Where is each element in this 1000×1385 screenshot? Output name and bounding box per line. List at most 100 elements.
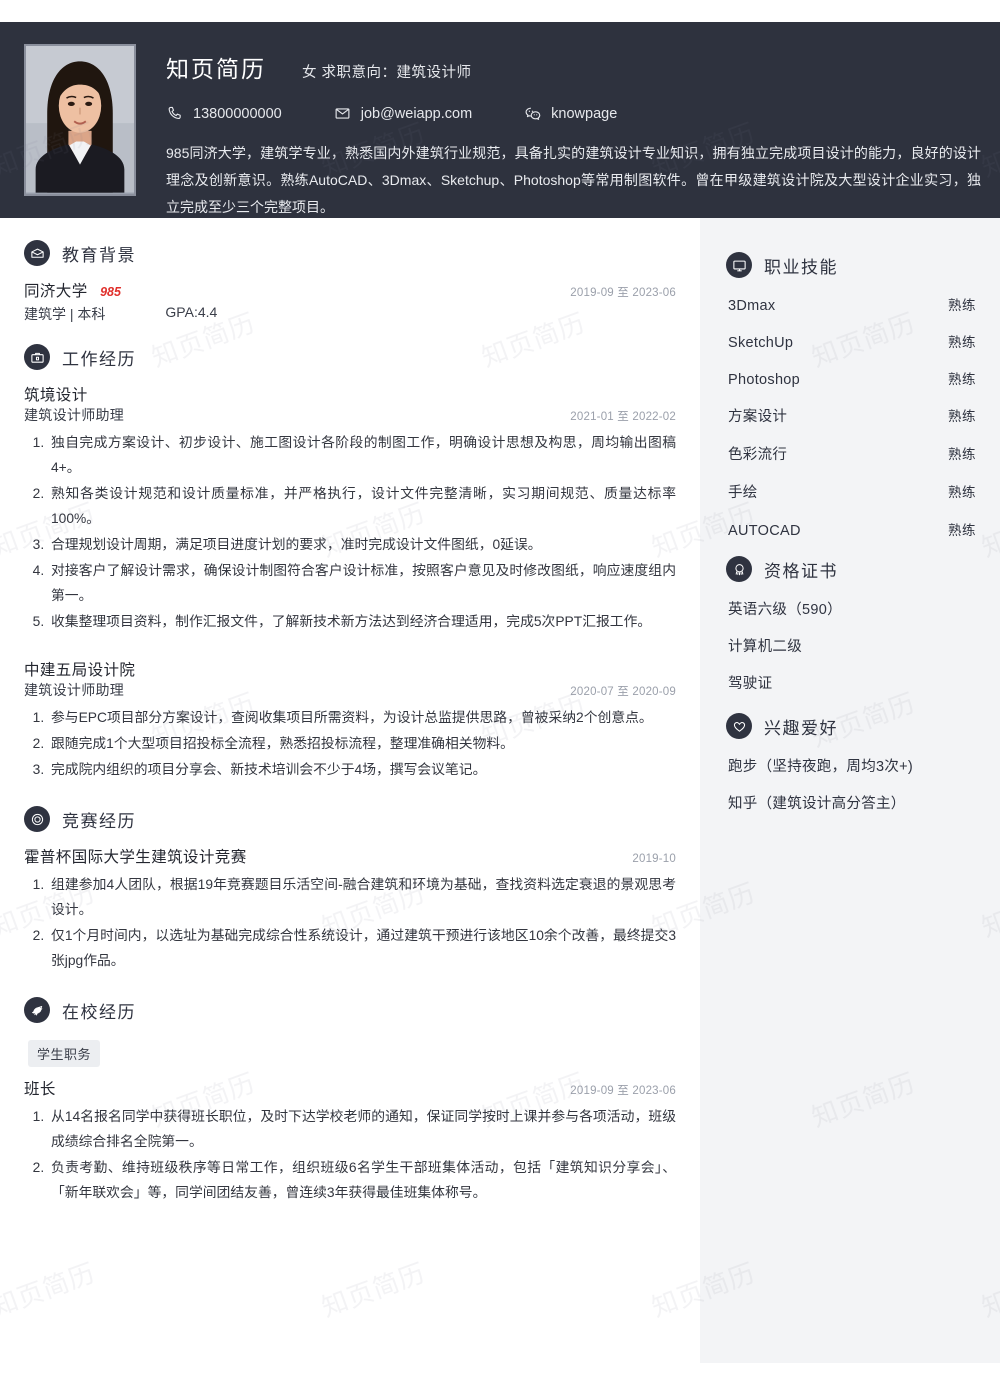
section-hobbies: 兴趣爱好 跑步（坚持夜跑，周均3次+) 知乎（建筑设计高分答主）	[726, 713, 978, 813]
competition-entry: 霍普杯国际大学生建筑设计竞赛 2019-10 组建参加4人团队，根据19年竞赛题…	[24, 845, 676, 973]
contact-email[interactable]: job@weiapp.com	[334, 105, 472, 122]
heart-icon	[726, 713, 752, 739]
work-bullets: 独自完成方案设计、初步设计、施工图设计各阶段的制图工作，明确设计思想及构思，周均…	[24, 430, 676, 634]
hobby-item: 知乎（建筑设计高分答主）	[728, 796, 906, 812]
phone-icon	[166, 105, 183, 122]
certificate-item: 计算机二级	[728, 639, 802, 655]
skill-row: 方案设计 熟练	[728, 405, 978, 426]
target-icon	[24, 806, 50, 832]
bullet-item: 跟随完成1个大型项目招投标全流程，熟悉招投标流程，整理准确相关物料。	[48, 731, 676, 756]
section-competition: 竞赛经历 霍普杯国际大学生建筑设计竞赛 2019-10 组建参加4人团队，根据1…	[24, 806, 676, 973]
skill-name: 3Dmax	[728, 298, 776, 314]
education-gpa: GPA:4.4	[165, 304, 218, 320]
bullet-item: 收集整理项目资料，制作汇报文件，了解新技术新方法达到经济合理适用，完成5次PPT…	[48, 609, 676, 634]
skill-level: 熟练	[948, 409, 976, 424]
job-objective: 女 求职意向：建筑设计师	[302, 65, 472, 81]
bullet-item: 负责考勤、维持班级秩序等日常工作，组织班级6名学生干部班集体活动，包括「建筑知识…	[48, 1155, 676, 1205]
education-date: 2019-09 至 2023-06	[570, 287, 676, 299]
bullet-item: 熟知各类设计规范和设计质量标准，并严格执行，设计文件完整清晰，实习期间规范、质量…	[48, 481, 676, 531]
competition-heading: 竞赛经历	[24, 806, 676, 832]
contact-phone[interactable]: 13800000000	[166, 105, 282, 122]
wechat-value: knowpage	[551, 105, 618, 122]
section-work: 工作经历 筑境设计 建筑设计师助理 2021-01 至 2022-02 独自完成…	[24, 344, 676, 782]
skill-row: AUTOCAD 熟练	[728, 519, 978, 539]
hobby-item: 跑步（坚持夜跑，周均3次+)	[728, 759, 914, 775]
sidebar: 职业技能 3Dmax 熟练 SketchUp 熟练 Photoshop 熟练 方…	[700, 218, 1000, 1363]
bullet-item: 仅1个月时间内，以选址为基础完成综合性系统设计，通过建筑干预进行该地区10余个改…	[48, 923, 676, 973]
skills-title: 职业技能	[764, 257, 838, 277]
award-medal-icon	[726, 556, 752, 582]
work-entry: 中建五局设计院 建筑设计师助理 2020-07 至 2020-09 参与EPC项…	[24, 658, 676, 782]
skill-row: SketchUp 熟练	[728, 331, 978, 351]
education-entry: 同济大学 985 2019-09 至 2023-06 建筑学 | 本科 GPA:…	[24, 279, 676, 324]
skill-row: 色彩流行 熟练	[728, 443, 978, 464]
work-heading: 工作经历	[24, 344, 676, 370]
skill-name: AUTOCAD	[728, 523, 801, 539]
skill-level: 熟练	[948, 523, 976, 538]
skill-name: 色彩流行	[728, 447, 788, 463]
bullet-item: 组建参加4人团队，根据19年竞赛题目乐活空间-融合建筑和环境为基础，查找资料选定…	[48, 872, 676, 922]
work-org: 筑境设计	[24, 387, 88, 404]
work-entry: 筑境设计 建筑设计师助理 2021-01 至 2022-02 独自完成方案设计、…	[24, 383, 676, 634]
work-title: 工作经历	[62, 349, 136, 369]
work-org: 中建五局设计院	[24, 662, 136, 679]
work-role: 建筑设计师助理	[24, 407, 125, 423]
hobbies-heading: 兴趣爱好	[726, 713, 978, 739]
certificates-title: 资格证书	[764, 561, 838, 581]
work-date: 2021-01 至 2022-02	[570, 411, 676, 423]
graduation-cap-icon	[24, 240, 50, 266]
campus-entry: 班长 2019-09 至 2023-06 从14名报名同学中获得班长职位，及时下…	[24, 1077, 676, 1205]
certificates-heading: 资格证书	[726, 556, 978, 582]
work-bullets: 参与EPC项目部分方案设计，查阅收集项目所需资料，为设计总监提供思路，曾被采纳2…	[24, 705, 676, 782]
contact-wechat[interactable]: knowpage	[524, 105, 617, 122]
campus-role: 班长	[24, 1081, 56, 1098]
campus-heading: 在校经历	[24, 997, 676, 1023]
bullet-item: 从14名报名同学中获得班长职位，及时下达学校老师的通知，保证同学按时上课并参与各…	[48, 1104, 676, 1154]
school-badge: 985	[100, 285, 121, 299]
skill-row: 手绘 熟练	[728, 481, 978, 502]
bird-icon	[24, 997, 50, 1023]
bullet-item: 参与EPC项目部分方案设计，查阅收集项目所需资料，为设计总监提供思路，曾被采纳2…	[48, 705, 676, 730]
email-value: job@weiapp.com	[360, 105, 473, 122]
phone-value: 13800000000	[193, 105, 282, 122]
resume-header: 知页简历 女 求职意向：建筑设计师 13800000000 job@weiapp…	[0, 22, 1000, 218]
school-name: 同济大学	[24, 283, 88, 300]
hobbies-title: 兴趣爱好	[764, 718, 838, 738]
skill-level: 熟练	[948, 485, 976, 500]
skill-level: 熟练	[948, 447, 976, 462]
work-role: 建筑设计师助理	[24, 682, 125, 698]
portrait-photo	[26, 46, 134, 193]
competition-date: 2019-10	[632, 853, 676, 865]
campus-tag: 学生职务	[28, 1040, 101, 1067]
certificate-item: 英语六级（590）	[728, 602, 842, 618]
campus-bullets: 从14名报名同学中获得班长职位，及时下达学校老师的通知，保证同学按时上课并参与各…	[24, 1104, 676, 1205]
monitor-icon	[726, 252, 752, 278]
section-education: 教育背景 同济大学 985 2019-09 至 2023-06 建筑学 | 本科…	[24, 240, 676, 324]
skills-heading: 职业技能	[726, 252, 978, 278]
profile-summary: 985同济大学，建筑学专业，熟悉国内外建筑行业规范，具备扎实的建筑设计专业知识，…	[166, 145, 981, 215]
competition-bullets: 组建参加4人团队，根据19年竞赛题目乐活空间-融合建筑和环境为基础，查找资料选定…	[24, 872, 676, 973]
work-date: 2020-07 至 2020-09	[570, 686, 676, 698]
competition-title: 竞赛经历	[62, 811, 136, 831]
skill-level: 熟练	[948, 372, 976, 387]
contact-list: 13800000000 job@weiapp.com knowpage	[166, 105, 1000, 122]
wechat-icon	[524, 105, 541, 122]
skill-level: 熟练	[948, 298, 976, 313]
certificate-item: 驾驶证	[728, 676, 773, 692]
main-column: 教育背景 同济大学 985 2019-09 至 2023-06 建筑学 | 本科…	[0, 218, 700, 1363]
bullet-item: 独自完成方案设计、初步设计、施工图设计各阶段的制图工作，明确设计思想及构思，周均…	[48, 430, 676, 480]
section-skills: 职业技能 3Dmax 熟练 SketchUp 熟练 Photoshop 熟练 方…	[726, 252, 978, 539]
section-certificates: 资格证书 英语六级（590） 计算机二级 驾驶证	[726, 556, 978, 693]
briefcase-icon	[24, 344, 50, 370]
skill-name: Photoshop	[728, 372, 801, 388]
skill-name: SketchUp	[728, 335, 794, 351]
section-campus: 在校经历 学生职务 班长 2019-09 至 2023-06 从14名报名同学中…	[24, 997, 676, 1205]
bullet-item: 对接客户了解设计需求，确保设计制图符合客户设计标准，按照客户意见及时修改图纸，响…	[48, 558, 676, 608]
campus-date: 2019-09 至 2023-06	[570, 1085, 676, 1097]
skill-level: 熟练	[948, 335, 976, 350]
avatar	[24, 44, 136, 196]
skill-row: 3Dmax 熟练	[728, 294, 978, 314]
envelope-icon	[334, 105, 351, 122]
education-title: 教育背景	[62, 245, 136, 265]
skill-name: 方案设计	[728, 409, 788, 425]
